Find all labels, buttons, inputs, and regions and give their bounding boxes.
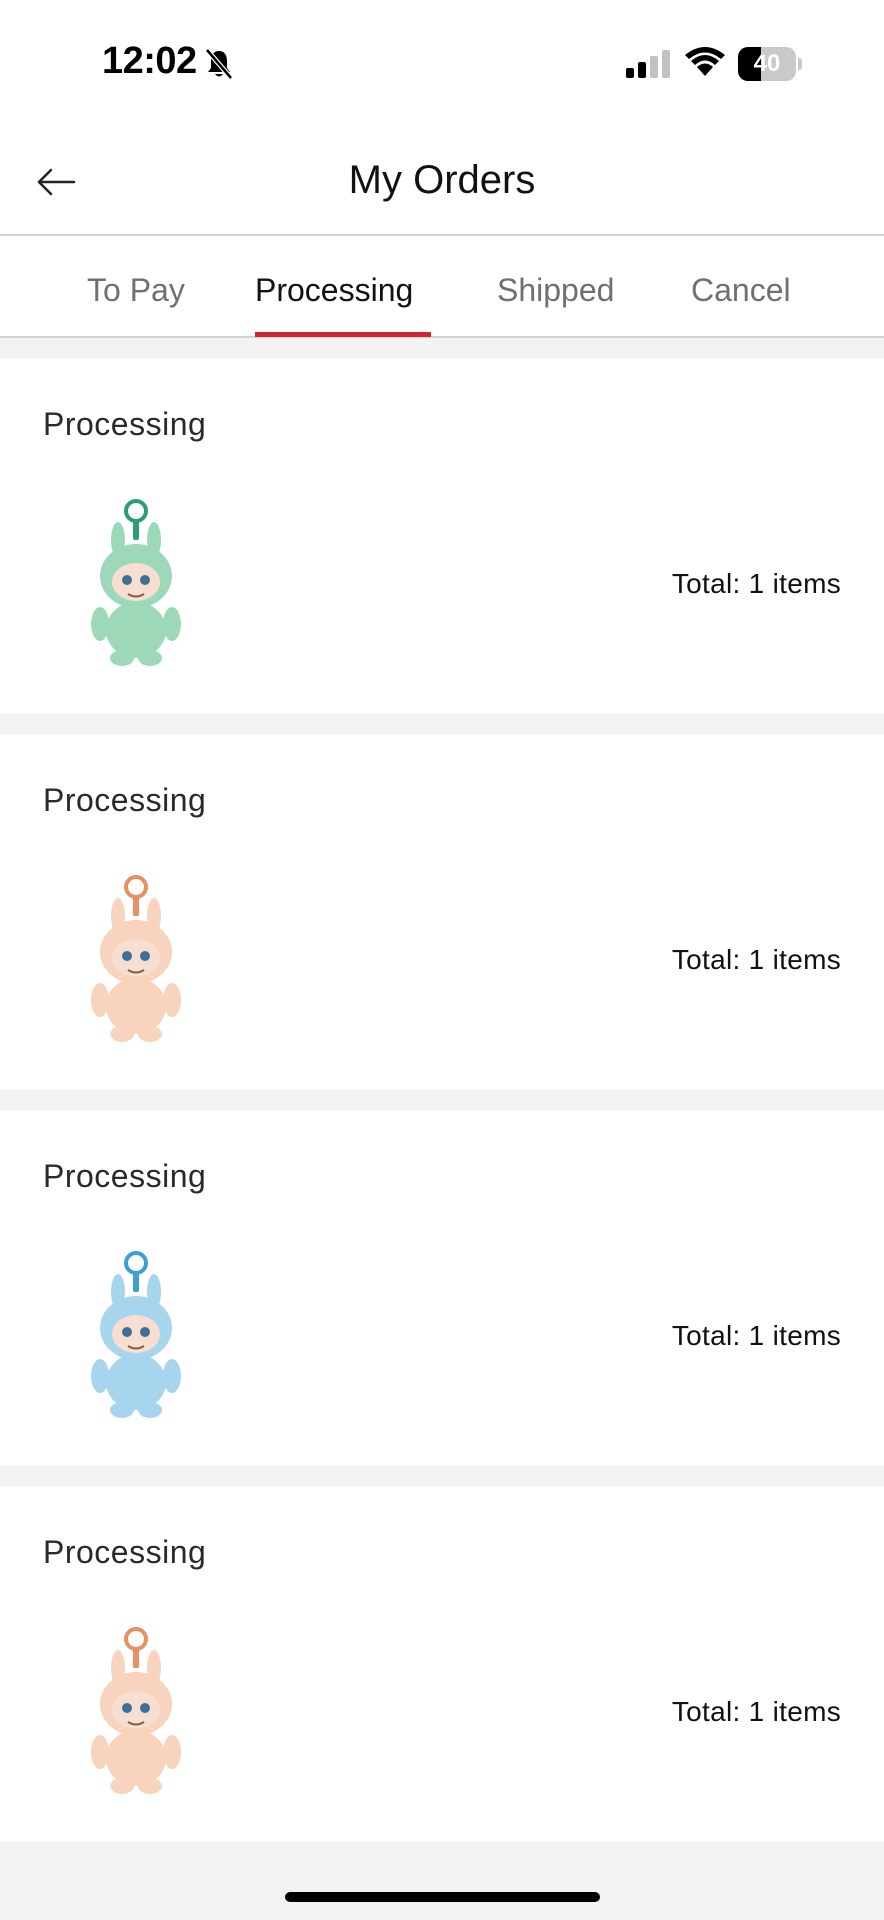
battery-percent: 40 bbox=[753, 50, 781, 77]
product-thumbnail[interactable] bbox=[80, 874, 192, 1044]
cellular-signal-icon bbox=[626, 50, 670, 78]
order-tabs: To Pay Processing Shipped Cancel bbox=[0, 236, 884, 338]
bell-muted-icon bbox=[205, 48, 233, 80]
status-bar: 12:02 40 bbox=[0, 0, 884, 130]
product-thumbnail[interactable] bbox=[80, 1626, 192, 1796]
status-time: 12:02 bbox=[102, 40, 197, 82]
order-card[interactable]: Processing Total: 1 items bbox=[0, 1110, 884, 1466]
tab-to-pay[interactable]: To Pay bbox=[87, 272, 185, 309]
order-total: Total: 1 items bbox=[671, 1320, 841, 1351]
tab-cancel[interactable]: Cancel bbox=[691, 272, 791, 309]
home-indicator bbox=[285, 1892, 600, 1902]
order-total: Total: 1 items bbox=[671, 944, 841, 975]
order-status: Processing bbox=[43, 406, 207, 442]
tab-shipped[interactable]: Shipped bbox=[497, 272, 614, 309]
app-header: My Orders bbox=[0, 130, 884, 236]
order-total: Total: 1 items bbox=[671, 568, 841, 599]
product-thumbnail[interactable] bbox=[80, 498, 192, 668]
order-card[interactable]: Processing Total: 1 items bbox=[0, 1486, 884, 1842]
order-status: Processing bbox=[43, 782, 207, 818]
order-card[interactable]: Processing Total: 1 items bbox=[0, 358, 884, 714]
order-status: Processing bbox=[43, 1534, 207, 1570]
product-thumbnail[interactable] bbox=[80, 1250, 192, 1420]
active-tab-indicator bbox=[255, 332, 431, 337]
tab-processing[interactable]: Processing bbox=[255, 272, 413, 309]
order-total: Total: 1 items bbox=[671, 1696, 841, 1727]
order-card[interactable]: Processing Total: 1 items bbox=[0, 734, 884, 1090]
battery-icon: 40 bbox=[738, 47, 802, 81]
page-title: My Orders bbox=[348, 158, 536, 202]
wifi-icon bbox=[685, 47, 725, 76]
order-status: Processing bbox=[43, 1158, 207, 1194]
